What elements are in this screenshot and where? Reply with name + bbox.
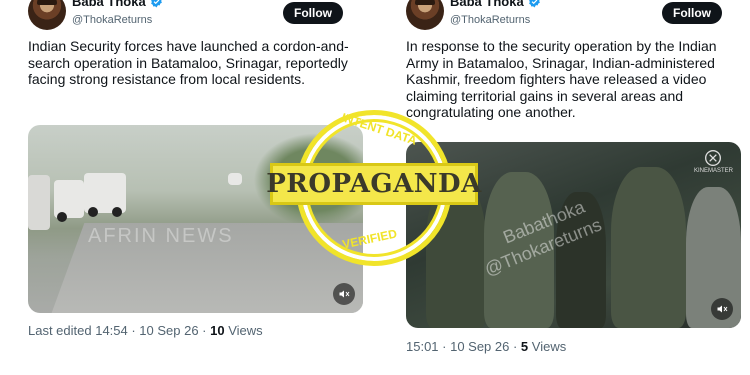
media-person: [611, 167, 686, 328]
media-vehicle: [54, 180, 84, 222]
media-vehicle: [28, 175, 50, 230]
views-count: 10: [210, 323, 225, 338]
tweet-text: In response to the security operation by…: [406, 38, 717, 120]
author-handle[interactable]: @ThokaReturns: [72, 14, 152, 26]
author-name[interactable]: Baba Thoka: [72, 0, 146, 9]
verified-badge-icon: [150, 0, 162, 8]
mute-icon[interactable]: [333, 283, 355, 305]
tweet-text: Indian Security forces have launched a c…: [28, 38, 349, 87]
kinemaster-icon: [705, 150, 722, 166]
author-name[interactable]: Baba Thoka: [450, 0, 524, 9]
kinemaster-label: KINEMASTER: [693, 168, 733, 174]
follow-button[interactable]: Follow: [662, 2, 722, 24]
timestamp[interactable]: 15:01 · 10 Sep 26 ·: [406, 339, 521, 354]
follow-button[interactable]: Follow: [283, 2, 343, 24]
avatar[interactable]: [28, 0, 66, 30]
tweet-meta: 15:01 · 10 Sep 26 · 5 Views: [406, 339, 566, 354]
tweet-meta: Last edited 14:54 · 10 Sep 26 · 10 Views: [28, 323, 263, 338]
edited-timestamp[interactable]: Last edited 14:54 · 10 Sep 26 ·: [28, 323, 210, 338]
media-watermark: AFRIN NEWS: [88, 225, 234, 247]
avatar[interactable]: [406, 0, 444, 30]
author-row: Baba Thoka: [450, 0, 541, 9]
media-vehicle: [228, 173, 242, 185]
author-row: Baba Thoka: [72, 0, 163, 9]
stamp-banner: PROPAGANDA: [266, 163, 481, 205]
mute-icon[interactable]: [711, 298, 733, 320]
propaganda-stamp: INTENT DATA PROPAGANDA VERIFIED: [266, 110, 481, 270]
views-label: Views: [528, 339, 567, 354]
media-vehicle: [84, 173, 126, 217]
stamp-word: PROPAGANDA: [266, 169, 482, 199]
views-label: Views: [224, 323, 263, 338]
kinemaster-logo: KINEMASTER: [694, 150, 733, 174]
author-handle[interactable]: @ThokaReturns: [450, 14, 530, 26]
verified-badge-icon: [528, 0, 540, 8]
